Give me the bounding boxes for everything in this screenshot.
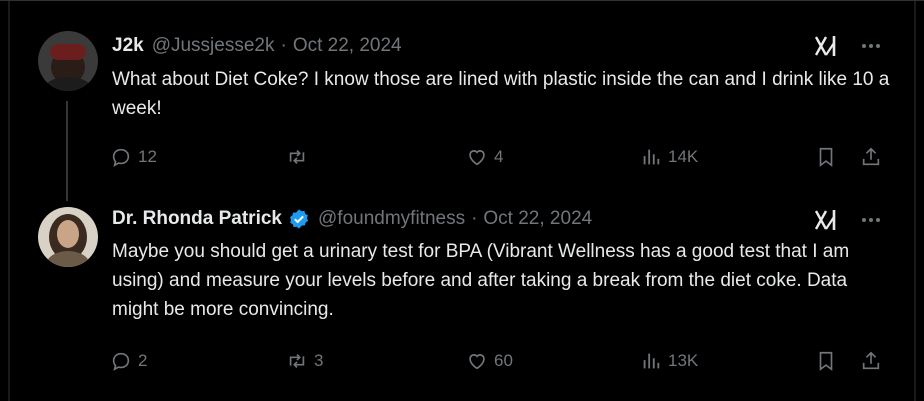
grok-icon[interactable] — [814, 209, 838, 231]
tweet-date[interactable]: Oct 22, 2024 — [483, 208, 592, 230]
like-icon — [469, 354, 485, 370]
share-button[interactable] — [860, 347, 882, 375]
views-count: 13K — [668, 351, 699, 370]
tweet-date[interactable]: Oct 22, 2024 — [293, 35, 402, 57]
views-button[interactable]: 13K — [640, 347, 698, 375]
reply-count: 12 — [138, 147, 157, 166]
tweet-top-actions — [814, 35, 882, 57]
author-name[interactable]: Dr. Rhonda Patrick — [112, 208, 282, 230]
separator-dot: · — [471, 208, 478, 229]
grok-icon[interactable] — [814, 35, 838, 57]
author-name[interactable]: J2k — [112, 35, 144, 57]
tweet-header: Dr. Rhonda Patrick @foundmyfitness · Oct… — [112, 207, 592, 231]
reply-icon — [112, 148, 130, 167]
bookmark-icon — [819, 147, 833, 167]
repost-icon — [289, 149, 305, 165]
tweet[interactable]: J2k @Jussjesse2k · Oct 22, 2024 What abo… — [0, 1, 924, 201]
reply-count: 2 — [138, 351, 148, 370]
repost-count: 3 — [314, 351, 324, 370]
tweet-header: J2k @Jussjesse2k · Oct 22, 2024 — [112, 34, 402, 58]
avatar[interactable] — [38, 31, 98, 91]
reply-button[interactable]: 12 — [110, 143, 157, 171]
more-icon[interactable] — [860, 35, 882, 57]
like-count: 60 — [494, 351, 513, 370]
views-icon — [643, 149, 660, 165]
bookmark-icon — [819, 351, 833, 371]
tweet-action-bar: 12 4 14K — [0, 143, 924, 171]
repost-icon — [289, 353, 305, 369]
tweet[interactable]: Dr. Rhonda Patrick @foundmyfitness · Oct… — [0, 199, 924, 401]
bookmark-button[interactable] — [815, 347, 837, 375]
separator-dot: · — [280, 35, 287, 56]
author-handle[interactable]: @Jussjesse2k — [152, 35, 275, 57]
tweet-action-bar: 2 3 60 13K — [0, 347, 924, 375]
reply-button[interactable]: 2 — [110, 347, 147, 375]
tweet-text: Maybe you should get a urinary test for … — [112, 241, 850, 320]
reply-icon — [112, 352, 130, 371]
repost-button[interactable] — [286, 143, 314, 171]
author-handle[interactable]: @foundmyfitness — [318, 208, 465, 230]
share-icon — [862, 147, 880, 166]
tweet-text: What about Diet Coke? I know those are l… — [112, 69, 890, 119]
more-icon[interactable] — [860, 209, 882, 231]
like-button[interactable]: 60 — [466, 347, 513, 375]
verified-badge-icon — [288, 208, 310, 230]
like-button[interactable]: 4 — [466, 143, 503, 171]
timeline-frame: J2k @Jussjesse2k · Oct 22, 2024 What abo… — [0, 0, 924, 401]
views-icon — [643, 353, 660, 369]
tweet-top-actions — [814, 209, 882, 231]
like-count: 4 — [494, 147, 504, 166]
like-icon — [469, 150, 485, 166]
share-icon — [862, 351, 880, 370]
views-button[interactable]: 14K — [640, 143, 698, 171]
views-count: 14K — [668, 147, 699, 166]
share-button[interactable] — [860, 143, 882, 171]
bookmark-button[interactable] — [815, 143, 837, 171]
avatar[interactable] — [38, 207, 98, 267]
repost-button[interactable]: 3 — [286, 347, 323, 375]
